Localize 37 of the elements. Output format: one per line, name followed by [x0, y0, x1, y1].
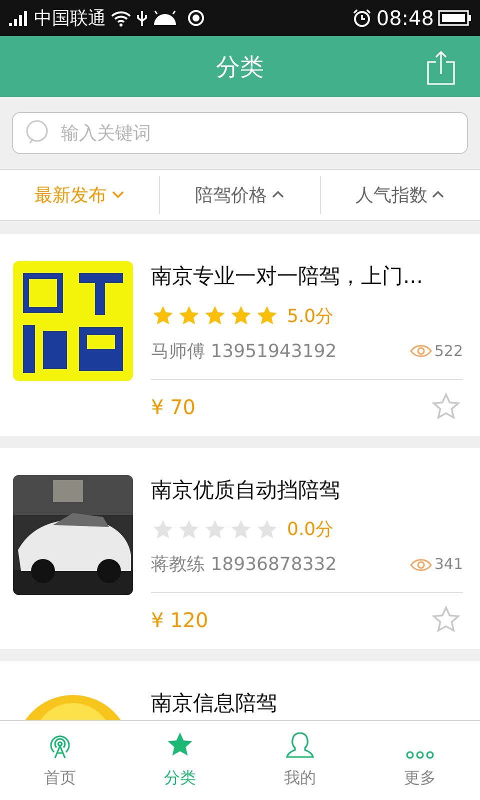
wifi-icon: [110, 9, 132, 27]
listing-title: 南京优质自动挡陪驾: [151, 476, 341, 504]
listing-card[interactable]: 南京优质自动挡陪驾 0.0分 蒋教练 18936878332 341 ¥ 120: [0, 448, 480, 649]
search-field[interactable]: 输入关键词: [12, 112, 468, 154]
view-count: 522: [434, 340, 463, 362]
contact-info: 蒋教练 18936878332: [151, 553, 338, 577]
price: ¥ 70: [151, 394, 196, 420]
target-icon: [186, 8, 206, 28]
android-icon: [152, 9, 178, 27]
eye-icon: [410, 344, 432, 358]
carrier-name: 中国联通: [34, 6, 106, 30]
usb-icon: [136, 9, 148, 27]
person-icon: [285, 730, 315, 760]
alarm-icon: [352, 8, 372, 28]
sort-tab[interactable]: 人气指数: [320, 182, 480, 208]
rating-score: 5.0分: [287, 304, 334, 328]
rating-score: 0.0分: [287, 518, 334, 542]
eye-icon: [410, 558, 432, 572]
tab-bar-item[interactable]: 我的: [240, 721, 360, 800]
listing-card[interactable]: 南京专业一对一陪驾，上门... 5.0分 马师傅 13951943192 522 ¥ 70: [0, 234, 480, 436]
favorite-button[interactable]: [431, 605, 461, 635]
listing-title: 南京信息陪驾: [151, 690, 278, 717]
listing-title: 南京专业一对一陪驾，上门...: [151, 263, 424, 290]
tab-bar-item[interactable]: 首页: [0, 721, 120, 800]
favorite-button[interactable]: [431, 392, 461, 422]
more-icon: [405, 750, 435, 760]
sort-tab[interactable]: 陪驾价格: [160, 182, 320, 208]
page-title: 分类: [216, 52, 264, 82]
view-count: 341: [434, 554, 463, 576]
signal-icon: [8, 9, 30, 27]
price: ¥ 120: [151, 607, 208, 634]
listing-card[interactable]: 南京信息陪驾: [0, 661, 480, 720]
clock-time: 08:48: [376, 5, 434, 32]
battery-icon: [438, 9, 472, 27]
share-button[interactable]: [426, 50, 456, 86]
tab-bar-item[interactable]: 更多: [360, 721, 480, 800]
contact-info: 马师傅 13951943192: [151, 340, 338, 364]
